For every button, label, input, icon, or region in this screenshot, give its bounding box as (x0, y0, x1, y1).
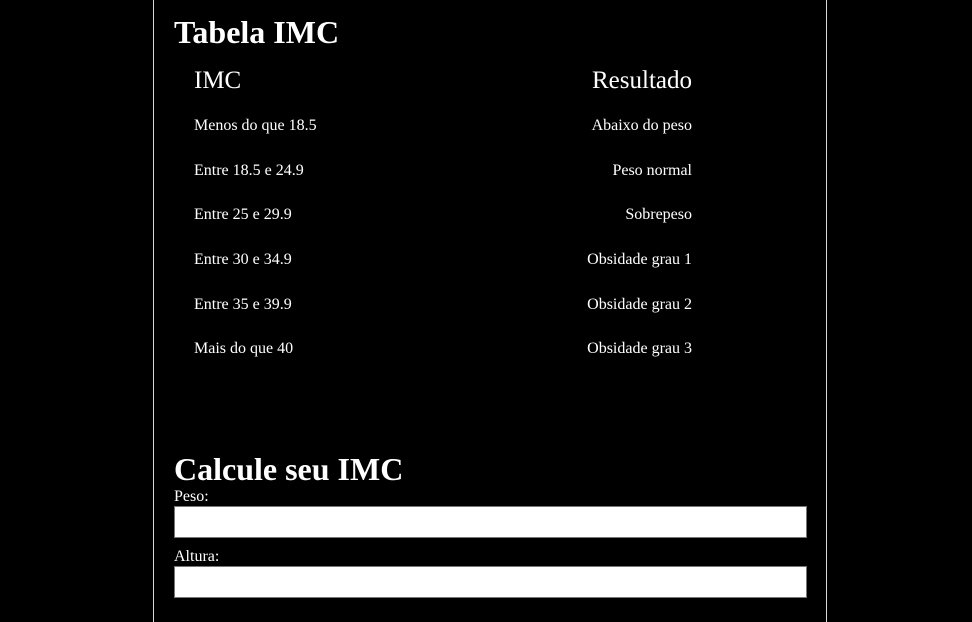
table-row: Entre 35 e 39.9 Obsidade grau 2 (194, 282, 692, 327)
imc-result-cell: Obsidade grau 1 (587, 251, 692, 269)
imc-result-cell: Obsidade grau 2 (587, 295, 692, 313)
imc-range-cell: Entre 25 e 29.9 (194, 206, 292, 224)
table-section-title: Tabela IMC (174, 14, 340, 50)
peso-label: Peso: (174, 488, 209, 505)
table-row: Entre 18.5 e 24.9 Peso normal (194, 149, 692, 194)
table-row: Menos do que 18.5 Abaixo do peso (194, 104, 692, 149)
imc-result-cell: Sobrepeso (625, 206, 692, 224)
imc-result-cell: Abaixo do peso (591, 117, 692, 135)
altura-input[interactable] (174, 566, 807, 598)
imc-table: IMC Resultado Menos do que 18.5 Abaixo d… (194, 58, 692, 372)
altura-label: Altura: (174, 548, 220, 565)
main-container: Tabela IMC IMC Resultado Menos do que 18… (153, 0, 827, 622)
peso-input[interactable] (174, 506, 807, 538)
imc-range-cell: Entre 18.5 e 24.9 (194, 161, 304, 179)
calc-section-title: Calcule seu IMC (174, 451, 404, 487)
imc-range-cell: Entre 30 e 34.9 (194, 251, 292, 269)
imc-range-cell: Entre 35 e 39.9 (194, 295, 292, 313)
table-row: Entre 30 e 34.9 Obsidade grau 1 (194, 238, 692, 283)
table-row: Entre 25 e 29.9 Sobrepeso (194, 193, 692, 238)
imc-range-cell: Mais do que 40 (194, 340, 294, 358)
table-row: Mais do que 40 Obsidade grau 3 (194, 327, 692, 372)
imc-result-cell: Peso normal (612, 161, 692, 179)
header-imc: IMC (194, 67, 242, 94)
imc-range-cell: Menos do que 18.5 (194, 117, 317, 135)
table-header-row: IMC Resultado (194, 58, 692, 104)
imc-result-cell: Obsidade grau 3 (587, 340, 692, 358)
header-result: Resultado (592, 67, 692, 94)
